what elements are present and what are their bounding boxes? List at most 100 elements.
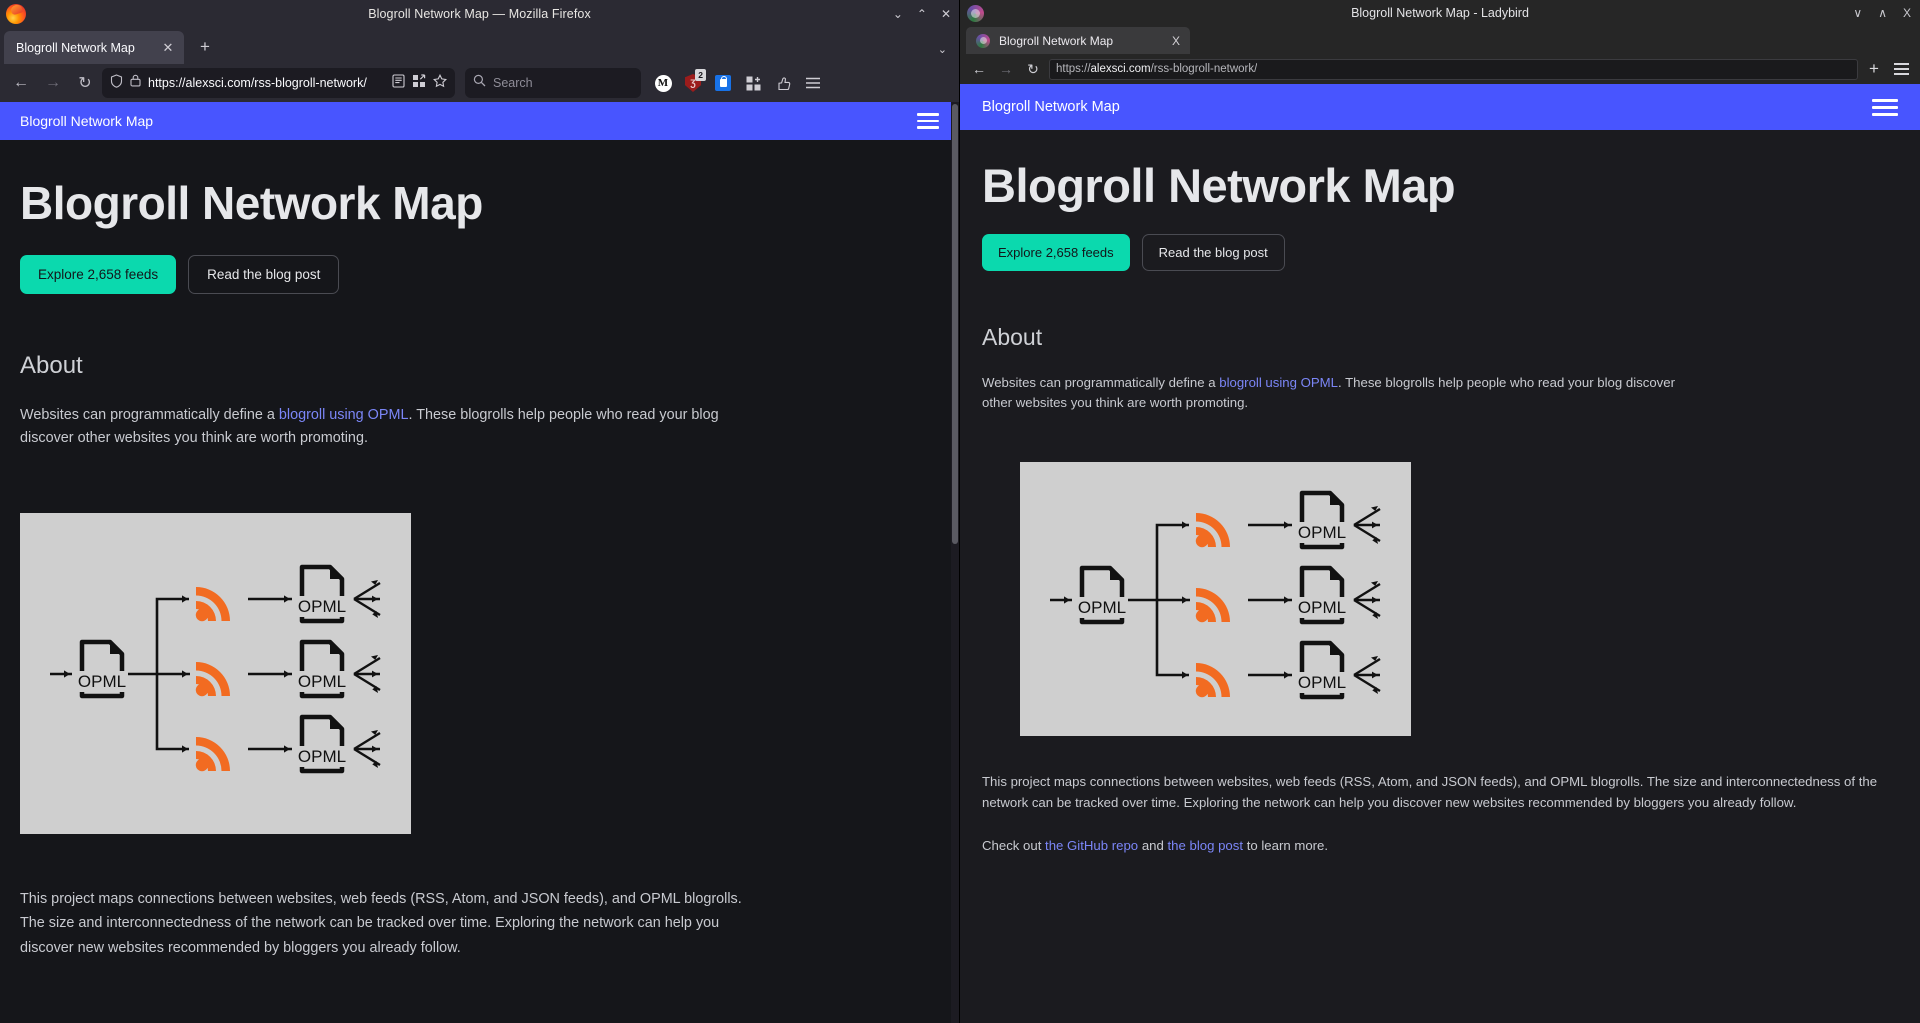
close-icon[interactable]: ✕ <box>941 8 951 20</box>
checkout-text-middle: and <box>1138 837 1168 853</box>
new-tab-button[interactable]: + <box>190 32 220 62</box>
back-button[interactable]: ← <box>6 68 36 98</box>
diagram-svg: OPML OPML OPML OPML <box>1020 461 1411 736</box>
about-text-before: Websites can programmatically define a <box>982 374 1220 390</box>
about-text-before: Websites can programmatically define a <box>20 406 279 423</box>
page-title: Blogroll Network Map <box>982 159 1456 212</box>
forward-button[interactable]: → <box>38 68 68 98</box>
blogroll-opml-link[interactable]: blogroll using OPML <box>1219 375 1338 390</box>
firefox-window: Blogroll Network Map — Mozilla Firefox ⌄… <box>0 0 960 1023</box>
application-menu-button[interactable] <box>1890 63 1912 75</box>
bitwarden-icon[interactable] <box>709 69 737 97</box>
about-heading: About <box>982 323 1043 350</box>
firefox-page-viewport: Blogroll Network Map Blogroll Network Ma… <box>0 102 959 1023</box>
pocket-icon[interactable] <box>769 69 797 97</box>
page-scrollbar[interactable] <box>951 102 959 1023</box>
reader-mode-icon[interactable] <box>392 73 405 93</box>
url-host: alexsci.com <box>1090 63 1151 75</box>
ladybird-titlebar: Blogroll Network Map - Ladybird ∨ ∧ X <box>960 0 1920 26</box>
explore-feeds-button[interactable]: Explore 2,658 feeds <box>982 233 1130 271</box>
opml-network-diagram: OPML OPML OPML OPML <box>1020 461 1411 736</box>
project-paragraph: This project maps connections between we… <box>20 891 742 956</box>
close-icon[interactable]: X <box>1903 7 1911 19</box>
maximize-icon[interactable]: ⌃ <box>917 8 927 20</box>
url-scheme: https:// <box>1056 63 1091 75</box>
forward-button[interactable]: → <box>995 58 1017 80</box>
hamburger-menu-icon[interactable] <box>917 113 939 129</box>
about-heading: About <box>20 351 83 379</box>
ladybird-page-viewport: Blogroll Network Map Blogroll Network Ma… <box>960 84 1920 1023</box>
scrollbar-thumb[interactable] <box>952 104 958 544</box>
ublock-origin-icon[interactable]: Ʒ 2 <box>679 69 707 97</box>
hero-button-row: Explore 2,658 feeds Read the blog post <box>982 233 1898 271</box>
dual-browser-screen: Blogroll Network Map — Mozilla Firefox ⌄… <box>0 0 1920 1023</box>
search-bar[interactable]: Search <box>465 68 641 98</box>
search-icon <box>473 74 486 92</box>
tab-title: Blogroll Network Map <box>16 40 135 55</box>
ladybird-tab-strip: Blogroll Network Map X <box>960 26 1920 54</box>
site-navbar: Blogroll Network Map <box>960 84 1920 130</box>
reload-button[interactable]: ↻ <box>70 68 100 98</box>
lock-icon[interactable] <box>130 74 141 92</box>
application-menu-button[interactable] <box>799 69 827 97</box>
screenshot-icon[interactable] <box>412 73 426 93</box>
back-button[interactable]: ← <box>968 58 990 80</box>
address-bar[interactable]: https://alexsci.com/rss-blogroll-network… <box>102 68 455 98</box>
about-paragraph: Websites can programmatically define a b… <box>20 404 750 451</box>
checkout-text-before: Check out <box>982 837 1046 853</box>
checkout-paragraph: Check out the GitHub repo and the blog p… <box>982 836 1887 857</box>
bookmark-star-icon[interactable] <box>433 73 447 93</box>
github-repo-link[interactable]: the GitHub repo <box>1045 838 1138 853</box>
ladybird-window: Blogroll Network Map - Ladybird ∨ ∧ X Bl… <box>960 0 1920 1023</box>
svg-text:OPML: OPML <box>298 597 346 616</box>
page-title: Blogroll Network Map <box>20 177 483 229</box>
browser-tab[interactable]: Blogroll Network Map X <box>966 27 1190 54</box>
opml-network-diagram: OPML OPML OPML OPML <box>20 513 411 835</box>
tab-title: Blogroll Network Map <box>999 33 1114 48</box>
url-path: /rss-blogroll-network/ <box>1150 63 1258 75</box>
extensions-icon[interactable] <box>739 69 767 97</box>
hamburger-menu-icon[interactable] <box>1872 98 1898 116</box>
blog-post-link[interactable]: the blog post <box>1168 838 1244 853</box>
site-brand[interactable]: Blogroll Network Map <box>20 113 153 129</box>
browser-tab[interactable]: Blogroll Network Map ✕ <box>4 31 184 64</box>
tab-close-icon[interactable]: X <box>1172 34 1180 48</box>
list-all-tabs-icon[interactable]: ⌄ <box>938 43 947 56</box>
ladybird-window-title: Blogroll Network Map - Ladybird <box>1351 6 1529 20</box>
favicon-icon <box>976 33 990 48</box>
shield-icon[interactable] <box>110 73 123 93</box>
page-content-firefox: Blogroll Network Map Explore 2,658 feeds… <box>0 178 959 960</box>
firefox-tab-strip: Blogroll Network Map ✕ + ⌄ <box>0 28 959 64</box>
reload-button[interactable]: ↻ <box>1022 58 1044 80</box>
minimize-icon[interactable]: ∨ <box>1853 7 1862 19</box>
hero-button-row: Explore 2,658 feeds Read the blog post <box>20 254 939 294</box>
address-bar[interactable]: https://alexsci.com/rss-blogroll-network… <box>1049 58 1858 80</box>
svg-text:OPML: OPML <box>1298 598 1346 617</box>
read-blog-post-button[interactable]: Read the blog post <box>1141 233 1285 271</box>
extension-badge-count: 2 <box>695 69 706 81</box>
site-navbar: Blogroll Network Map <box>0 102 959 140</box>
page-content-ladybird: Blogroll Network Map Explore 2,658 feeds… <box>960 159 1920 857</box>
maximize-icon[interactable]: ∧ <box>1878 7 1887 19</box>
ladybird-navigation-toolbar: ← → ↻ https://alexsci.com/rss-blogroll-n… <box>960 54 1920 84</box>
read-blog-post-button[interactable]: Read the blog post <box>188 254 340 294</box>
diagram-svg: OPML OPML OPML OPML <box>20 513 411 835</box>
new-tab-button[interactable]: + <box>1863 59 1885 79</box>
explore-feeds-button[interactable]: Explore 2,658 feeds <box>20 254 177 294</box>
tab-close-icon[interactable]: ✕ <box>160 40 176 56</box>
metamask-extension-icon[interactable]: M <box>649 69 677 97</box>
svg-text:OPML: OPML <box>1298 523 1346 542</box>
svg-text:OPML: OPML <box>1078 598 1126 617</box>
project-paragraph: This project maps connections between we… <box>982 773 1878 810</box>
firefox-window-controls: ⌄ ⌃ ✕ <box>893 8 951 20</box>
about-paragraph: Websites can programmatically define a b… <box>982 373 1699 413</box>
svg-text:OPML: OPML <box>298 747 346 766</box>
svg-text:OPML: OPML <box>78 672 126 691</box>
blogroll-opml-link[interactable]: blogroll using OPML <box>279 407 409 423</box>
minimize-icon[interactable]: ⌄ <box>893 8 903 20</box>
firefox-navigation-toolbar: ← → ↻ https://alexsci.com/rss-blogroll-n… <box>0 64 959 102</box>
site-brand[interactable]: Blogroll Network Map <box>982 99 1120 115</box>
firefox-window-title: Blogroll Network Map — Mozilla Firefox <box>368 7 591 21</box>
firefox-titlebar: Blogroll Network Map — Mozilla Firefox ⌄… <box>0 0 959 28</box>
extensions-area: M Ʒ 2 <box>649 69 827 97</box>
